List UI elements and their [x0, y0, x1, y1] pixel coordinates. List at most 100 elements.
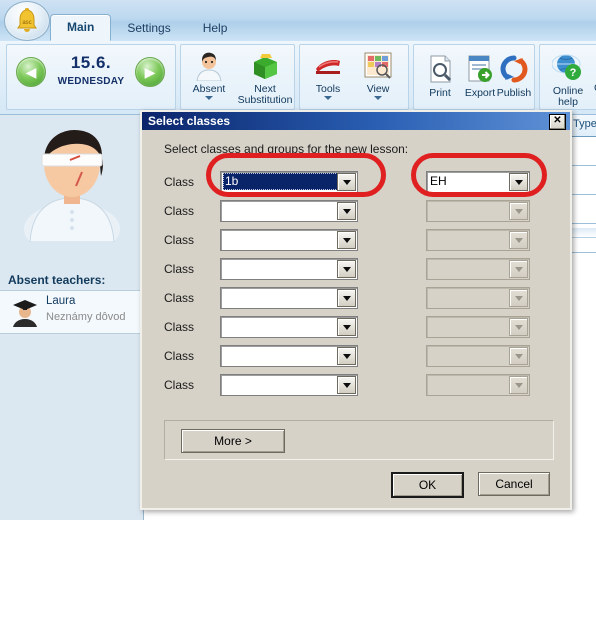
- chevron-down-icon: [509, 202, 528, 220]
- absent-teachers-title: Absent teachers:: [8, 273, 106, 287]
- ribbon-content: ◀ 15.6. WEDNESDAY ▶ Absent Next Substitu…: [0, 41, 596, 115]
- ribbon-button-publish[interactable]: Publish: [492, 53, 536, 99]
- class-combo-8[interactable]: [220, 374, 358, 396]
- chevron-down-icon: [509, 289, 528, 307]
- chevron-down-icon[interactable]: [205, 96, 213, 100]
- row-label-class-1: Class: [164, 175, 195, 189]
- ribbon-button-tools[interactable]: Tools: [302, 49, 354, 100]
- bell-icon: asc: [15, 8, 39, 34]
- class-combo-1[interactable]: 1b: [220, 171, 358, 193]
- ribbon-button-view[interactable]: View: [352, 49, 404, 100]
- ribbon-button-export-label: Export: [464, 87, 496, 99]
- group-combo-5-value: [430, 290, 509, 305]
- chevron-down-icon[interactable]: [337, 173, 356, 191]
- stapler-icon: [312, 49, 344, 81]
- row-label-class-2: Class: [164, 204, 195, 218]
- row-label-class-8: Class: [164, 378, 195, 392]
- chevron-down-icon[interactable]: [509, 173, 528, 191]
- app-logo-button[interactable]: asc: [4, 1, 50, 41]
- ribbon-button-absent-label: Absent: [192, 83, 226, 95]
- chevron-down-icon[interactable]: [337, 231, 356, 249]
- group-combo-1-value: EH: [430, 174, 447, 188]
- date-navigation: ◀ 15.6. WEDNESDAY ▶: [7, 51, 175, 103]
- chevron-down-icon: [509, 231, 528, 249]
- ribbon-button-next-substitution-label: Next Substitution: [237, 83, 293, 106]
- group-combo-2: [426, 200, 530, 222]
- dialog-subtitle: Select classes and groups for the new le…: [164, 142, 409, 156]
- chevron-down-icon[interactable]: [324, 96, 332, 100]
- absent-teacher-reason: Neznámy dôvod: [46, 311, 126, 323]
- chevron-down-icon: [509, 376, 528, 394]
- ribbon-button-print-label: Print: [429, 87, 451, 99]
- chevron-down-icon[interactable]: [337, 202, 356, 220]
- teacher-icon: [193, 49, 225, 82]
- ribbon-group-help: ? Online help Co: [539, 44, 596, 110]
- row-label-class-3: Class: [164, 233, 195, 247]
- group-combo-4-value: [430, 261, 509, 276]
- ok-button[interactable]: OK: [391, 472, 464, 498]
- ribbon-group-navigation: ◀ 15.6. WEDNESDAY ▶: [6, 44, 176, 110]
- class-combo-6[interactable]: [220, 316, 358, 338]
- group-combo-1[interactable]: EH: [426, 171, 530, 193]
- next-day-button[interactable]: ▶: [135, 57, 165, 87]
- left-side-panel: Absent teachers: Laura Neznámy dôvod: [0, 114, 144, 520]
- class-combo-1-value: 1b: [223, 173, 338, 190]
- chevron-down-icon: [509, 260, 528, 278]
- row-label-class-5: Class: [164, 291, 195, 305]
- group-combo-8-value: [430, 377, 509, 392]
- group-combo-2-value: [430, 203, 509, 218]
- chevron-down-icon[interactable]: [374, 96, 382, 100]
- chevron-down-icon[interactable]: [337, 260, 356, 278]
- svg-text:?: ?: [570, 67, 577, 79]
- close-icon[interactable]: ✕: [549, 114, 566, 130]
- ribbon-button-online-help-label: Online help: [552, 85, 584, 108]
- class-combo-7[interactable]: [220, 345, 358, 367]
- class-combo-3[interactable]: [220, 229, 358, 251]
- green-box-icon: [249, 49, 281, 81]
- absent-teacher-name: Laura: [46, 295, 76, 307]
- dialog-title-bar[interactable]: Select classes: [142, 112, 570, 130]
- class-combo-4-value: [224, 261, 337, 276]
- class-combo-4[interactable]: [220, 258, 358, 280]
- globe-help-icon: ?: [551, 51, 584, 83]
- chevron-down-icon[interactable]: [337, 318, 356, 336]
- chevron-down-icon[interactable]: [337, 376, 356, 394]
- ribbon-group-actions: Absent Next Substitution: [180, 44, 295, 110]
- absent-teachers-list[interactable]: Laura Neznámy dôvod: [0, 290, 143, 334]
- ribbon-button-publish-label: Publish: [496, 87, 532, 99]
- class-combo-5[interactable]: [220, 287, 358, 309]
- cancel-button[interactable]: Cancel: [478, 472, 550, 496]
- class-combo-5-value: [224, 290, 337, 305]
- calendar-icon: [362, 49, 394, 81]
- class-combo-8-value: [224, 377, 337, 392]
- class-combo-2[interactable]: [220, 200, 358, 222]
- group-combo-3: [426, 229, 530, 251]
- tab-main[interactable]: Main: [50, 14, 112, 41]
- tab-help[interactable]: Help: [187, 16, 244, 41]
- svg-text:asc: asc: [22, 20, 31, 26]
- group-combo-4: [426, 258, 530, 280]
- ribbon-group-output: Print Export Publish: [413, 44, 535, 110]
- chevron-down-icon[interactable]: [337, 347, 356, 365]
- group-combo-7-value: [430, 348, 509, 363]
- graduate-avatar-icon: [10, 297, 40, 327]
- ribbon-button-online-help[interactable]: ? Online help: [544, 51, 592, 108]
- chevron-down-icon: [509, 318, 528, 336]
- ribbon-button-absent[interactable]: Absent: [183, 49, 235, 100]
- publish-icon: [498, 53, 530, 85]
- tab-settings[interactable]: Settings: [111, 16, 186, 41]
- class-combo-6-value: [224, 319, 337, 334]
- application-window: Absent teachers: Laura Neznámy dôvod Typ…: [0, 0, 596, 634]
- ribbon-button-next-substitution[interactable]: Next Substitution: [237, 49, 293, 106]
- group-combo-8: [426, 374, 530, 396]
- more-button[interactable]: More >: [181, 429, 285, 453]
- class-combo-7-value: [224, 348, 337, 363]
- ribbon-button-tools-label: Tools: [315, 83, 341, 95]
- chevron-down-icon[interactable]: [337, 289, 356, 307]
- injured-teacher-icon: [12, 124, 132, 255]
- ribbon-group-tools: Tools View: [299, 44, 409, 110]
- current-weekday: WEDNESDAY: [57, 76, 125, 87]
- class-combo-3-value: [224, 232, 337, 247]
- group-combo-3-value: [430, 232, 509, 247]
- grid-column-header-type: Type: [573, 118, 596, 130]
